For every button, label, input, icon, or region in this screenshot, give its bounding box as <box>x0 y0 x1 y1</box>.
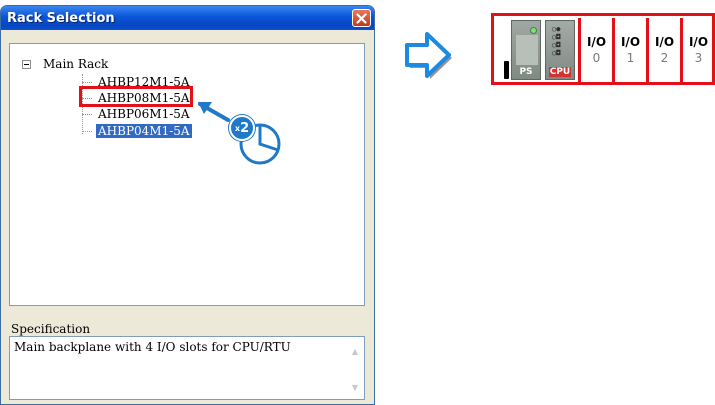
tree-item-ahbp04m1[interactable]: AHBP04M1-5A <box>82 123 192 139</box>
io-label: I/O <box>688 35 709 49</box>
module-cpu: ○● ○◘ ○◘ ○◘ CPU <box>545 20 575 80</box>
ps-label: PS <box>519 67 533 77</box>
scroll-down-icon[interactable]: ▼ <box>348 383 362 393</box>
selection-highlight-box <box>79 86 193 107</box>
spec-scrollbar[interactable]: ▲ ▼ <box>348 339 362 397</box>
tree-root-label: Main Rack <box>43 57 109 71</box>
right-arrow-icon <box>405 32 452 79</box>
rack-selection-dialog: Rack Selection Main Rack AHBP12M1-5A AHB… <box>0 5 375 405</box>
cpu-label: CPU <box>549 67 571 77</box>
io-slot-number: 3 <box>694 51 703 65</box>
module-power-supply: PS <box>511 20 541 80</box>
io-slot-1: I/O 1 <box>612 18 646 82</box>
collapse-icon[interactable] <box>22 59 31 69</box>
badge-count: 2 <box>240 120 250 136</box>
tree-item-label-selected: AHBP04M1-5A <box>96 124 192 138</box>
close-button[interactable] <box>352 9 371 27</box>
io-label: I/O <box>586 35 607 49</box>
title-bar[interactable]: Rack Selection <box>1 6 374 30</box>
io-slot-number: 0 <box>592 51 601 65</box>
io-label: I/O <box>620 35 641 49</box>
tree-item-ahbp06m1[interactable]: AHBP06M1-5A <box>82 106 192 122</box>
power-led-icon <box>530 27 537 34</box>
specification-textbox[interactable]: Main backplane with 4 I/O slots for CPU/… <box>9 336 365 400</box>
tree-root-main-rack[interactable]: Main Rack <box>22 56 108 72</box>
io-slot-0: I/O 0 <box>578 18 612 82</box>
rack-tree[interactable]: Main Rack AHBP12M1-5A AHBP08M1-5A AHBP06… <box>9 43 365 306</box>
specification-label: Specification <box>11 322 91 336</box>
io-label: I/O <box>654 35 675 49</box>
scroll-up-icon[interactable]: ▲ <box>348 347 362 357</box>
tree-item-label: AHBP06M1-5A <box>98 107 190 121</box>
rack-connector <box>504 61 509 79</box>
io-slot-3: I/O 3 <box>680 18 712 82</box>
specification-text: Main backplane with 4 I/O slots for CPU/… <box>14 340 291 354</box>
io-slot-number: 2 <box>660 51 669 65</box>
window-title: Rack Selection <box>7 10 115 26</box>
cpu-led-icons: ○● ○◘ ○◘ ○◘ <box>552 25 561 57</box>
double-click-badge: x2 <box>229 115 255 141</box>
io-slot-number: 1 <box>626 51 635 65</box>
rack-diagram: PS ○● ○◘ ○◘ ○◘ CPU I/O 0 I/O 1 I/O 2 I/O 3 <box>491 13 715 85</box>
io-slot-2: I/O 2 <box>646 18 680 82</box>
close-icon <box>356 12 367 24</box>
